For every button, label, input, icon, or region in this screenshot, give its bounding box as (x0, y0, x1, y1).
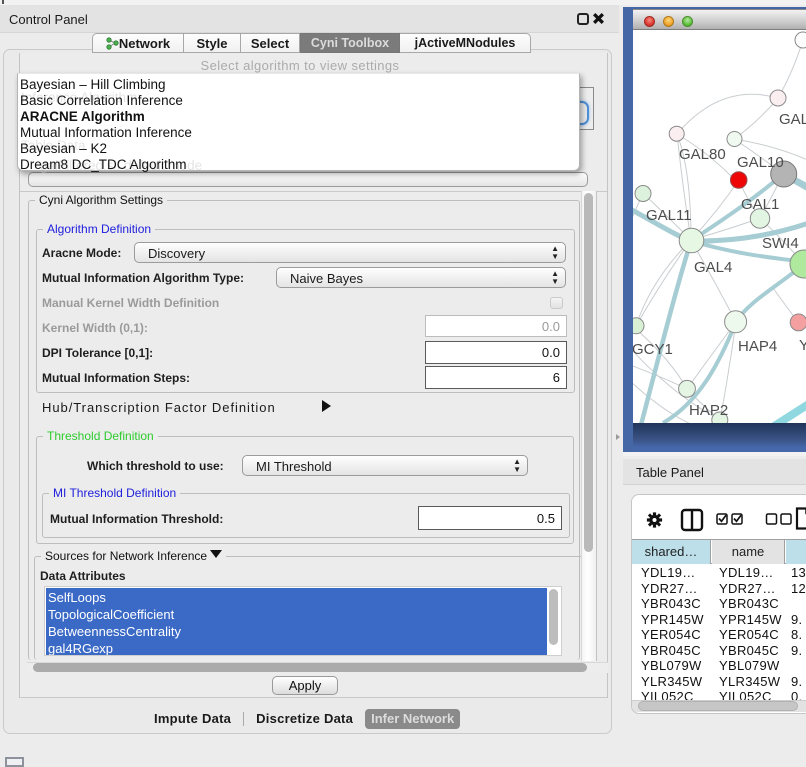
svg-text:GAL10: GAL10 (737, 154, 784, 171)
svg-text:GAL7: GAL7 (779, 111, 806, 128)
svg-text:HAP4: HAP4 (738, 338, 777, 355)
svg-text:GAL4: GAL4 (694, 259, 732, 276)
svg-text:GAL1: GAL1 (741, 196, 779, 213)
svg-text:SWI4: SWI4 (762, 235, 799, 252)
svg-text:Y: Y (799, 337, 806, 354)
svg-text:GAL80: GAL80 (679, 146, 726, 163)
svg-text:GCY1: GCY1 (633, 341, 673, 358)
svg-text:HAP2: HAP2 (689, 402, 728, 419)
svg-text:GAL11: GAL11 (646, 207, 692, 224)
